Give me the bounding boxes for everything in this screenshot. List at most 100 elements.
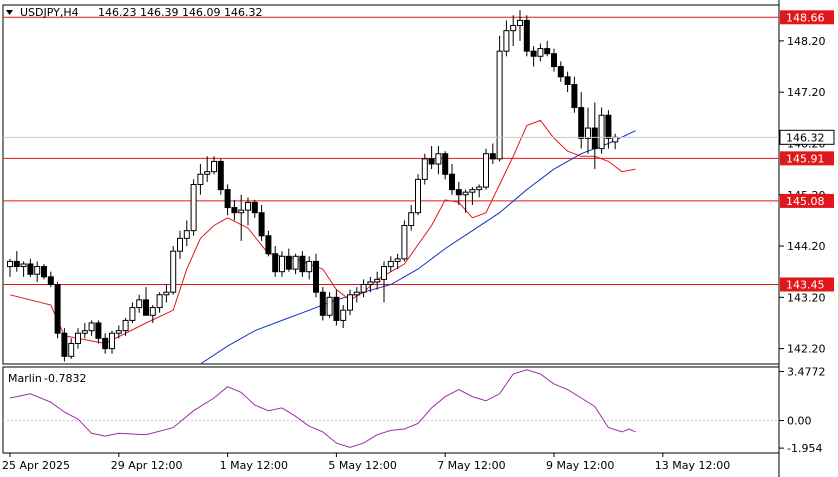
price-tick-label-4: 144.20 xyxy=(787,240,826,253)
level-label-3: 143.45 xyxy=(786,279,825,292)
candle-body xyxy=(571,83,578,109)
candle-body xyxy=(557,66,564,78)
candle-body xyxy=(156,294,163,309)
chart-header: USDJPY,H4 146.23 146.39 146.09 146.32 xyxy=(6,6,262,19)
candle-body xyxy=(462,191,469,196)
candle-body xyxy=(517,19,523,27)
candle-body xyxy=(374,278,381,283)
candle-70 xyxy=(483,148,489,190)
candle-body xyxy=(61,332,68,357)
candle-body xyxy=(20,263,27,268)
candle-body xyxy=(489,153,496,160)
candle-body xyxy=(319,291,326,316)
time-scale: 25 Apr 2025 29 Apr 12:00 1 May 12:00 5 May … xyxy=(2,453,730,472)
time-tick-label-1: 29 Apr 12:00 xyxy=(111,459,183,472)
candle-body xyxy=(564,76,571,85)
candle-body xyxy=(122,319,129,332)
candle-body xyxy=(95,322,102,339)
candle-body xyxy=(183,230,190,239)
candle-body xyxy=(306,260,313,273)
level-label-1: 145.91 xyxy=(786,152,825,165)
main-pane-frame xyxy=(2,4,780,365)
candle-body xyxy=(88,322,95,332)
symbol-title: USDJPY,H4 xyxy=(20,6,79,19)
candle-body xyxy=(387,260,394,268)
candle-body xyxy=(143,299,149,316)
time-tick-label-5: 9 May 12:00 xyxy=(546,459,614,472)
candle-body xyxy=(231,207,238,214)
candle-body xyxy=(299,255,306,273)
candle-body xyxy=(27,263,34,275)
ohlc-values: 146.23 146.39 146.09 146.32 xyxy=(98,6,262,19)
candle-46 xyxy=(319,287,326,321)
candle-body xyxy=(258,212,265,237)
candle-body xyxy=(326,296,333,316)
candle-body xyxy=(149,307,156,316)
candle-body xyxy=(544,48,551,55)
candle-body xyxy=(109,332,115,350)
candle-76 xyxy=(523,15,530,57)
candle-8 xyxy=(61,328,68,362)
candle-body xyxy=(238,209,245,214)
candle-58 xyxy=(401,220,408,262)
osc-tick-label-1: 0.00 xyxy=(787,415,812,428)
candle-body xyxy=(245,201,251,211)
price-tick-label-6: 142.20 xyxy=(787,343,826,356)
candle-body xyxy=(54,284,61,334)
price-tick-label-1: 147.20 xyxy=(787,86,826,99)
candle-body xyxy=(435,153,442,165)
candle-body xyxy=(333,296,340,321)
candle-body xyxy=(401,225,408,260)
candle-body xyxy=(170,250,177,293)
time-tick-label-3: 5 May 12:00 xyxy=(328,459,396,472)
candle-body xyxy=(163,291,170,296)
candle-body xyxy=(224,189,231,209)
candle-body xyxy=(523,19,530,52)
candle-body xyxy=(129,307,136,321)
price-tick-label-5: 143.20 xyxy=(787,291,826,304)
osc-tick-label-2: -1.954 xyxy=(787,442,822,455)
candle-body xyxy=(272,253,279,273)
price-scale: 148.20147.20146.20145.20144.20143.20142.… xyxy=(779,10,835,455)
level-label-2: 145.08 xyxy=(786,195,825,208)
candle-body xyxy=(115,330,122,334)
candle-24 xyxy=(170,246,177,295)
chart-canvas: 148.20147.20146.20145.20144.20143.20142.… xyxy=(2,0,835,477)
candle-body xyxy=(381,266,387,280)
indicator-value: -0.7832 xyxy=(44,372,86,385)
candle-body xyxy=(75,332,81,344)
price-tick-label-0: 148.20 xyxy=(787,35,826,48)
candle-body xyxy=(360,284,367,293)
candle-body xyxy=(455,189,462,196)
candle-body xyxy=(177,237,183,252)
candle-body xyxy=(421,158,428,180)
candle-body xyxy=(585,127,591,139)
candle-27 xyxy=(190,179,197,236)
candle-body xyxy=(530,50,537,57)
candle-body xyxy=(292,255,299,270)
candle-31 xyxy=(217,158,224,195)
candle-body xyxy=(41,266,47,278)
candle-body xyxy=(204,171,211,175)
time-tick-label-6: 13 May 12:00 xyxy=(655,459,730,472)
candle-body xyxy=(190,184,197,232)
candle-body xyxy=(503,30,510,52)
candle-body xyxy=(34,266,41,275)
candle-5 xyxy=(41,263,47,280)
candle-body xyxy=(353,291,360,296)
candle-body xyxy=(68,342,75,357)
candle-body xyxy=(265,235,272,255)
time-tick-label-4: 7 May 12:00 xyxy=(437,459,505,472)
candle-body xyxy=(408,212,415,227)
candle-body xyxy=(313,260,319,293)
candle-body xyxy=(578,107,585,139)
candle-body xyxy=(367,281,374,286)
candle-body xyxy=(496,50,503,160)
candle-body xyxy=(197,173,204,186)
candle-body xyxy=(476,186,483,191)
candle-body xyxy=(469,189,476,193)
indicator-name: Marlin xyxy=(8,372,42,385)
candle-body xyxy=(47,276,54,286)
candle-body xyxy=(510,25,517,32)
candle-7 xyxy=(54,281,61,339)
